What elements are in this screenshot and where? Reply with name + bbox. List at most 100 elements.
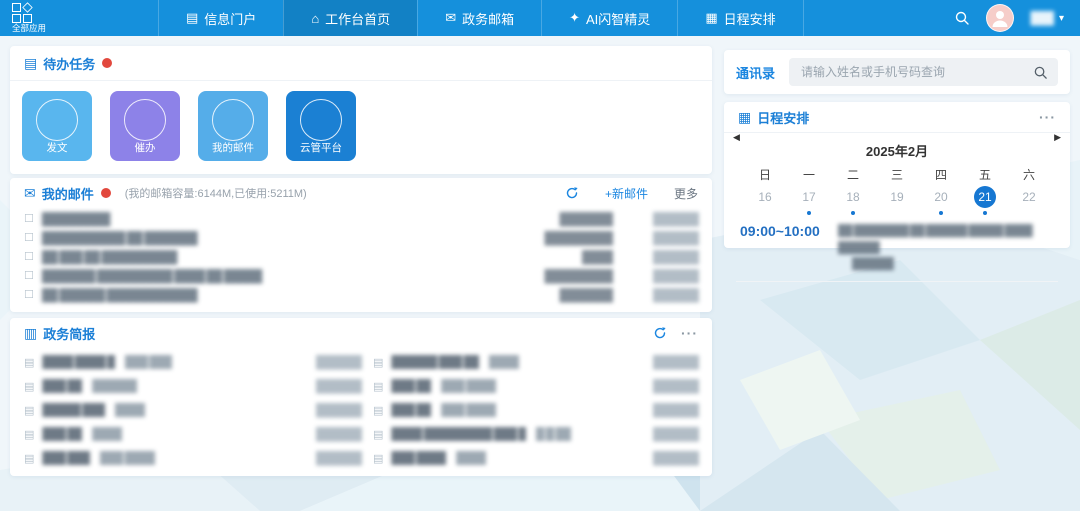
app-grid-icon	[12, 2, 33, 24]
calendar-day-cell[interactable]: 三 19	[882, 166, 912, 215]
nav-workbench-home[interactable]: ⌂ 工作台首页	[283, 0, 418, 36]
app-launcher[interactable]: 全部应用	[0, 0, 158, 36]
briefing-row-source: ███ ████	[441, 403, 497, 417]
mail-date: ██████	[652, 268, 699, 283]
briefing-row-date: ██████	[652, 355, 699, 369]
event-dot	[851, 211, 855, 215]
briefing-row-date: ██████	[315, 403, 362, 417]
briefing-row-date: ██████	[315, 379, 362, 393]
mail-row-checkbox-icon: ☐	[24, 289, 34, 301]
calendar-day-cell[interactable]: 日 16	[750, 166, 780, 215]
briefing-row-source: █ █ ██	[535, 427, 571, 441]
calendar-day-cell[interactable]: 六 22	[1014, 166, 1044, 215]
calendar-day-cell[interactable]: 一 17	[794, 166, 824, 215]
event-dot	[807, 211, 811, 215]
nav-schedule[interactable]: ▦ 日程安排	[677, 0, 804, 36]
ai-sprite-icon: ✦	[569, 10, 581, 25]
briefing-row[interactable]: ▤ ███ ██ ██████ ██████	[24, 374, 362, 398]
briefing-row[interactable]: ▤ ███ ████ ████ ██████	[373, 446, 699, 470]
schedule-panel: ▦ 日程安排 ··· 2025年2月 日 16 一 17 二 18 三 19 四…	[724, 102, 1070, 282]
briefing-row-title: ███ ████	[391, 451, 447, 465]
schedule-event[interactable]: 09:00~10:00 ██ ████████ ██ ██████ █████ …	[736, 223, 1058, 282]
briefing-doc-icon: ▥	[24, 324, 38, 341]
mail-subject: █████████	[41, 211, 111, 226]
todo-tile[interactable]: 我的邮件	[198, 91, 268, 161]
calendar-icon: ▦	[738, 108, 752, 125]
briefing-row[interactable]: ▤ ██████ ███ ██ ████ ██████	[373, 350, 699, 374]
mail-row[interactable]: ☐ ███████████ ██ ███████ █████████ █████…	[24, 228, 699, 247]
briefing-row-title: ███ ██	[391, 403, 432, 417]
nav-gov-mailbox[interactable]: ✉ 政务邮箱	[417, 0, 541, 36]
workbench-icon: ⌂	[311, 10, 320, 26]
nav-ai-assistant[interactable]: ✦ AI闪智精灵	[541, 0, 677, 36]
mail-row[interactable]: ☐ █████████ ███████ ██████	[24, 209, 699, 228]
mail-date: ██████	[652, 211, 699, 226]
topbar: 全部应用 ▤ 信息门户 ⌂ 工作台首页 ✉ 政务邮箱 ✦ AI闪智精灵 ▦ 日程…	[0, 0, 1080, 36]
calendar-day-cell[interactable]: 五 21	[970, 166, 1000, 215]
briefing-row[interactable]: ▤ █████ ███ ████ ██████	[24, 398, 362, 422]
more-icon[interactable]: ···	[681, 325, 698, 341]
more-icon[interactable]: ···	[1039, 109, 1056, 125]
user-menu[interactable]: ███ ▾	[1030, 11, 1064, 25]
mail-row[interactable]: ☐ ██ ███ ██ ██████████ ████ ██████	[24, 247, 699, 266]
briefing-row-doc-icon: ▤	[24, 380, 35, 393]
mail-red-badge	[100, 188, 111, 198]
briefing-row[interactable]: ▤ ████ ████ █ ███ ███ ██████	[24, 350, 362, 374]
briefing-row-source: ███ ████	[441, 379, 497, 393]
todo-tiles: 发文 催办 我的邮件 云管平台	[10, 81, 712, 171]
refresh-icon[interactable]	[565, 186, 579, 200]
briefing-row-title: ████ ████ █	[42, 355, 115, 369]
refresh-icon[interactable]	[653, 326, 667, 340]
contacts-search-input[interactable]	[799, 64, 1033, 80]
todo-panel: ▤ 待办任务 发文 催办 我的邮件 云管平台	[10, 46, 712, 174]
briefing-row[interactable]: ▤ ███ ██ ███ ████ ██████	[373, 374, 699, 398]
briefing-row-date: ██████	[315, 427, 362, 441]
weekday-label: 日	[758, 168, 771, 182]
mail-date: ██████	[652, 287, 699, 302]
todo-list-icon: ▤	[24, 54, 38, 71]
search-icon[interactable]	[1033, 65, 1048, 80]
calendar-prev-arrow[interactable]: ◀	[733, 132, 740, 143]
briefing-row[interactable]: ▤ ███ ███ ███ ████ ██████	[24, 446, 362, 470]
briefing-row[interactable]: ▤ ███ ██ ███ ████ ██████	[373, 398, 699, 422]
chevron-down-icon: ▾	[1058, 12, 1064, 24]
new-mail-button[interactable]: +新邮件	[605, 185, 648, 202]
briefing-panel: ▥ 政务简报 ··· ▤ ████ ████ █ ███ ███ ██████ …	[10, 318, 712, 476]
event-dot	[983, 211, 987, 215]
briefing-row-date: ██████	[315, 355, 362, 369]
calendar-month-label: 2025年2月	[865, 144, 929, 159]
briefing-row-doc-icon: ▤	[373, 380, 384, 393]
mail-subject: ██ ███ ██ ██████████	[41, 249, 178, 264]
date-number: 20	[934, 190, 948, 204]
briefing-row-title: ███ ███	[42, 451, 90, 465]
nav-info-portal[interactable]: ▤ 信息门户	[158, 0, 283, 36]
todo-tile[interactable]: 催办	[110, 91, 180, 161]
schedule-title: 日程安排	[757, 110, 810, 126]
calendar-day-cell[interactable]: 二 18	[838, 166, 868, 215]
app-launcher-label: 全部应用	[12, 23, 47, 34]
briefing-row[interactable]: ▤ ████ █████████ ███ █ █ █ ██ ██████	[373, 422, 699, 446]
todo-tile[interactable]: 发文	[22, 91, 92, 161]
event-line1: ██ ████████ ██ ██████ █████ ████ ██████	[838, 225, 1033, 254]
mail-subject: ██ ██████ ████████████	[41, 287, 198, 302]
mail-list: ☐ █████████ ███████ ██████ ☐ ███████████…	[10, 208, 712, 304]
avatar[interactable]	[986, 4, 1015, 32]
mail-sender: ███████	[559, 211, 613, 226]
mail-more-link[interactable]: 更多	[674, 185, 698, 202]
mail-row[interactable]: ☐ ██ ██████ ████████████ ███████ ██████	[24, 285, 699, 304]
mail-row[interactable]: ☐ ███████ ██████████ ████ ██ █████ █████…	[24, 266, 699, 285]
tile-circle-icon	[36, 99, 78, 141]
mail-row-checkbox-icon: ☐	[24, 232, 34, 244]
search-icon[interactable]	[954, 10, 970, 26]
briefing-row[interactable]: ▤ ███ ██ ████ ██████	[24, 422, 362, 446]
briefing-col-left: ▤ ████ ████ █ ███ ███ ██████ ▤ ███ ██ ██…	[24, 350, 362, 470]
todo-title: 待办任务	[43, 56, 96, 72]
nav-item-label: 政务邮箱	[462, 11, 515, 27]
envelope-icon: ✉	[24, 184, 36, 201]
briefing-title: 政务简报	[43, 326, 96, 342]
briefing-col-right: ▤ ██████ ███ ██ ████ ██████ ▤ ███ ██ ███…	[361, 350, 699, 470]
calendar-next-arrow[interactable]: ▶	[1054, 132, 1061, 143]
briefing-row-source: ████	[114, 403, 145, 417]
calendar-day-cell[interactable]: 四 20	[926, 166, 956, 215]
todo-tile[interactable]: 云管平台	[286, 91, 356, 161]
